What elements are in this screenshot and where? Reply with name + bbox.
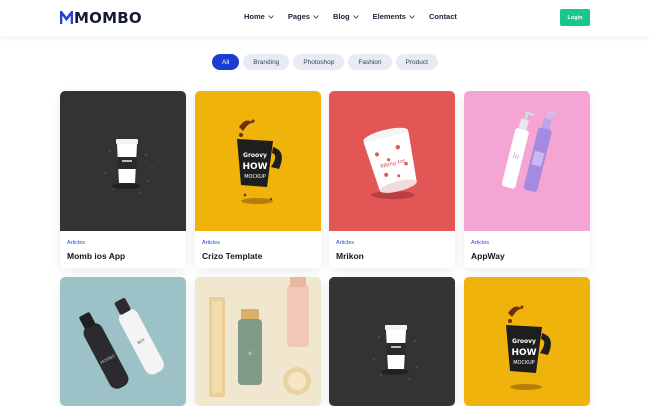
filter-product[interactable]: Product bbox=[395, 54, 438, 70]
nav-item-pages[interactable]: Pages bbox=[288, 12, 319, 21]
logo-mark-icon bbox=[60, 11, 73, 24]
filter-fashion[interactable]: Fashion bbox=[348, 54, 392, 70]
svg-text:HOW: HOW bbox=[242, 162, 267, 172]
portfolio-card[interactable]: d bbox=[195, 277, 321, 406]
card-meta: Articles Mrikon bbox=[329, 231, 455, 268]
portfolio-image: Groovy HOW MOCKUP bbox=[195, 91, 321, 231]
cosmetics-set-mockup-icon: d bbox=[195, 277, 321, 406]
card-category[interactable]: Articles bbox=[471, 240, 489, 246]
site-header: MOMBO Home Pages Blog Elements Contact L… bbox=[0, 0, 650, 36]
svg-text:d: d bbox=[248, 351, 251, 357]
filter-all[interactable]: All bbox=[212, 54, 240, 70]
portfolio-card[interactable]: lo Articles AppWay bbox=[464, 91, 590, 268]
portfolio-card[interactable]: Mking Ice Articles Mrikon bbox=[329, 91, 455, 268]
nav-label: Pages bbox=[287, 12, 310, 21]
nav-label: Contact bbox=[428, 12, 457, 21]
portfolio-image bbox=[329, 277, 455, 406]
card-meta: Articles Crizo Template bbox=[195, 231, 321, 268]
portfolio-image bbox=[60, 91, 186, 231]
main-nav: Home Pages Blog Elements Contact bbox=[244, 12, 471, 21]
portfolio-image: Mking Ice bbox=[329, 91, 455, 231]
portfolio-image: lo bbox=[464, 91, 590, 231]
water-bottles-mockup-icon: MOMBO BOY bbox=[60, 277, 186, 406]
filter-photoshop[interactable]: Photoshop bbox=[293, 54, 345, 70]
portfolio-card[interactable]: Groovy HOW MOCKUP Articles Crizo Templat… bbox=[195, 91, 321, 268]
splashing-mug-mockup-icon: Groovy HOW MOCKUP bbox=[464, 277, 590, 406]
nav-item-home[interactable]: Home bbox=[244, 12, 274, 21]
portfolio-card[interactable]: MOMBO BOY bbox=[60, 277, 186, 406]
ice-cream-tub-mockup-icon: Mking Ice bbox=[329, 91, 455, 231]
coffee-cup-mockup-icon bbox=[60, 91, 186, 231]
nav-item-blog[interactable]: Blog bbox=[333, 12, 359, 21]
card-category[interactable]: Articles bbox=[202, 240, 220, 246]
svg-text:Groovy: Groovy bbox=[512, 338, 536, 345]
nav-item-elements[interactable]: Elements bbox=[373, 12, 415, 21]
card-title[interactable]: Momb ios App bbox=[67, 251, 125, 261]
portfolio-image: d bbox=[195, 277, 321, 406]
nav-item-contact[interactable]: Contact bbox=[429, 12, 457, 21]
login-button[interactable]: Login bbox=[560, 9, 590, 26]
nav-label: Home bbox=[244, 12, 265, 21]
coffee-cup-mockup-icon bbox=[329, 277, 455, 406]
filter-branding[interactable]: Branding bbox=[243, 54, 290, 70]
nav-label: Elements bbox=[372, 12, 406, 21]
portfolio-image: Groovy HOW MOCKUP bbox=[464, 277, 590, 406]
card-title[interactable]: Mrikon bbox=[336, 251, 364, 261]
portfolio-card[interactable] bbox=[329, 277, 455, 406]
svg-text:HOW: HOW bbox=[511, 348, 536, 358]
chevron-down-icon bbox=[352, 14, 359, 19]
portfolio-image: MOMBO BOY bbox=[60, 277, 186, 406]
card-meta: Articles Momb ios App bbox=[60, 231, 186, 268]
card-title[interactable]: Crizo Template bbox=[202, 251, 262, 261]
splashing-mug-mockup-icon: Groovy HOW MOCKUP bbox=[195, 91, 321, 231]
chevron-down-icon bbox=[409, 14, 415, 19]
card-title[interactable]: AppWay bbox=[471, 251, 505, 261]
card-category[interactable]: Articles bbox=[336, 240, 354, 246]
svg-text:MOCKUP: MOCKUP bbox=[244, 174, 266, 180]
chevron-down-icon bbox=[313, 14, 319, 19]
card-meta: Articles AppWay bbox=[464, 231, 590, 268]
brand-name: MOMBO bbox=[74, 9, 142, 27]
chevron-down-icon bbox=[268, 14, 274, 19]
portfolio-card[interactable]: Articles Momb ios App bbox=[60, 91, 186, 268]
svg-text:Groovy: Groovy bbox=[243, 152, 267, 159]
svg-text:MOCKUP: MOCKUP bbox=[513, 360, 535, 366]
pump-bottles-mockup-icon: lo bbox=[464, 91, 590, 231]
card-category[interactable]: Articles bbox=[67, 240, 85, 246]
portfolio-card[interactable]: Groovy HOW MOCKUP bbox=[464, 277, 590, 406]
nav-label: Blog bbox=[332, 12, 350, 21]
portfolio-filters: All Branding Photoshop Fashion Product bbox=[0, 54, 650, 70]
logo[interactable]: MOMBO bbox=[60, 9, 142, 27]
